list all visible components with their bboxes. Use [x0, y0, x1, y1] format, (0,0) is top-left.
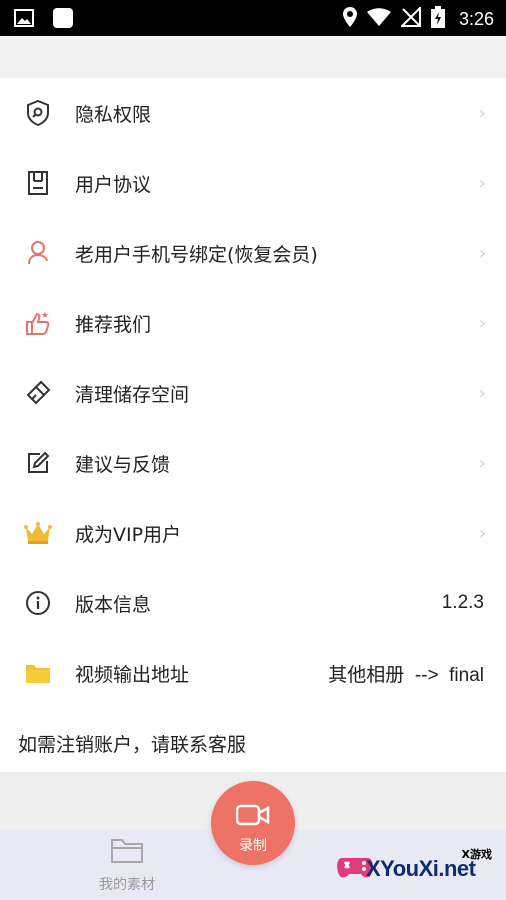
menu-item-phone-binding[interactable]: 老用户手机号绑定(恢复会员) › — [0, 218, 506, 288]
watermark: X游戏 XYouXi.net — [336, 840, 500, 896]
user-icon — [24, 239, 52, 267]
app-notification-icon — [52, 7, 74, 33]
account-deletion-note: 如需注销账户，请联系客服 — [18, 734, 247, 756]
tab-my-materials[interactable]: 我的素材 — [92, 836, 162, 894]
output-path-value: 其他相册 --> final — [328, 664, 484, 686]
status-bar: 3:26 — [0, 0, 506, 36]
version-value: 1.2.3 — [441, 592, 484, 613]
menu-item-clear-storage[interactable]: 清理储存空间 › — [0, 358, 506, 428]
chevron-right-icon: › — [478, 172, 486, 194]
header-spacer — [0, 36, 506, 78]
menu-label: 推荐我们 — [75, 313, 152, 336]
clock: 3:26 — [458, 9, 494, 29]
document-icon — [24, 169, 52, 197]
menu-item-vip[interactable]: 成为VIP用户 › — [0, 498, 506, 568]
signal-off-icon — [399, 5, 421, 32]
gallery-notification-icon — [14, 9, 34, 31]
menu-label: 老用户手机号绑定(恢复会员) — [75, 243, 318, 266]
folder-outline-icon — [110, 839, 144, 868]
crown-icon — [24, 519, 52, 547]
info-icon — [24, 589, 52, 617]
menu-label: 视频输出地址 — [75, 663, 190, 686]
folder-icon — [24, 659, 52, 687]
menu-item-user-agreement[interactable]: 用户协议 › — [0, 148, 506, 218]
broom-icon — [24, 379, 52, 407]
thumbs-up-icon — [24, 309, 52, 337]
menu-label: 版本信息 — [75, 593, 152, 616]
edit-icon — [24, 449, 52, 477]
battery-charging-icon — [430, 6, 445, 33]
menu-label: 用户协议 — [75, 173, 152, 196]
watermark-brand: XYouXi.net — [366, 856, 476, 881]
location-icon — [342, 7, 357, 32]
settings-list: 隐私权限 › 用户协议 › 老用户手机号绑定(恢复会员) › 推荐我们 › 清理… — [0, 78, 506, 772]
record-button[interactable]: 录制 — [211, 781, 295, 865]
menu-item-feedback[interactable]: 建议与反馈 › — [0, 428, 506, 498]
chevron-right-icon: › — [478, 382, 486, 404]
record-label: 录制 — [239, 838, 267, 854]
chevron-right-icon: › — [478, 522, 486, 544]
chevron-right-icon: › — [478, 452, 486, 474]
menu-label: 成为VIP用户 — [75, 523, 182, 546]
chevron-right-icon: › — [478, 312, 486, 334]
menu-label: 清理储存空间 — [75, 383, 190, 406]
menu-label: 隐私权限 — [75, 103, 152, 126]
shield-search-icon — [24, 99, 52, 127]
menu-item-version[interactable]: 版本信息 1.2.3 — [0, 568, 506, 638]
tab-label: 我的素材 — [99, 877, 155, 893]
menu-item-recommend[interactable]: 推荐我们 › — [0, 288, 506, 358]
wifi-icon — [366, 8, 391, 31]
menu-label: 建议与反馈 — [75, 453, 171, 476]
video-camera-icon — [235, 803, 270, 831]
chevron-right-icon: › — [478, 242, 486, 264]
menu-item-privacy[interactable]: 隐私权限 › — [0, 78, 506, 148]
chevron-right-icon: › — [478, 102, 486, 124]
menu-item-output-path[interactable]: 视频输出地址 其他相册 --> final — [0, 638, 506, 708]
